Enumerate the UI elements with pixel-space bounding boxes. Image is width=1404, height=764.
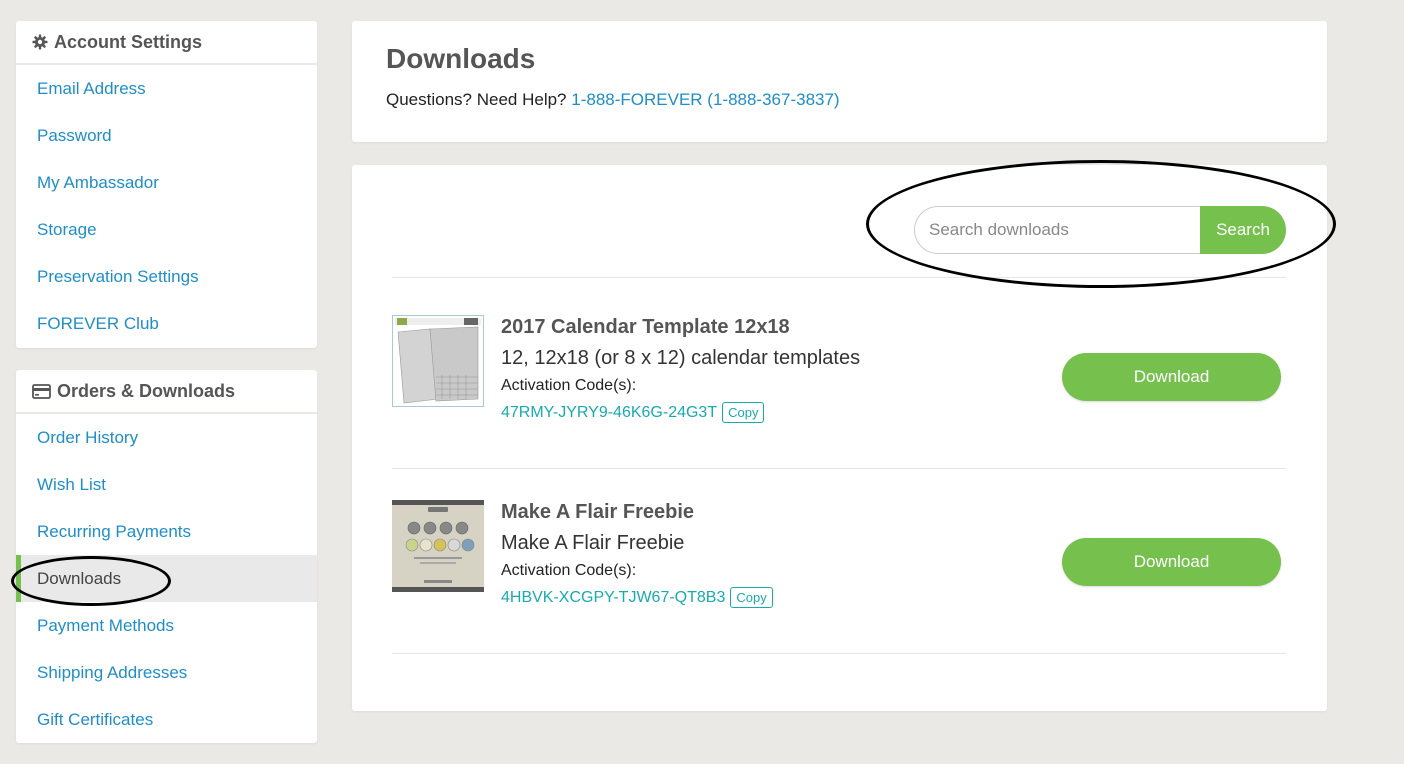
activation-code-label: Activation Code(s): <box>501 562 637 579</box>
download-item-description: Make A Flair Freebie <box>501 532 685 554</box>
activation-code: 47RMY-JYRY9-46K6G-24G3T <box>501 403 718 421</box>
help-line: Questions? Need Help? 1-888-FOREVER (1-8… <box>386 90 840 110</box>
sidebar-item-password[interactable]: Password <box>16 112 317 159</box>
activation-code-row: 4HBVK-XCGPY-TJW67-QT8B3 Copy <box>501 587 773 608</box>
sidebar-item-my-ambassador[interactable]: My Ambassador <box>16 159 317 206</box>
gear-icon <box>32 34 48 50</box>
sidebar-item-wish-list[interactable]: Wish List <box>16 461 317 508</box>
sidebar-item-forever-club[interactable]: FOREVER Club <box>16 300 317 347</box>
search-button[interactable]: Search <box>1200 206 1286 254</box>
copy-code-button[interactable]: Copy <box>730 587 773 608</box>
orders-downloads-header: Orders & Downloads <box>16 370 317 414</box>
search-bar: Search <box>914 206 1286 254</box>
account-settings-panel: Account Settings Email Address Password … <box>16 21 317 348</box>
downloads-header-card: Downloads Questions? Need Help? 1-888-FO… <box>352 21 1327 142</box>
account-settings-heading: Account Settings <box>54 31 203 52</box>
sidebar-item-shipping-addresses[interactable]: Shipping Addresses <box>16 649 317 696</box>
activation-code-label: Activation Code(s): <box>501 377 637 394</box>
download-item-name: Make A Flair Freebie <box>501 501 695 523</box>
download-button[interactable]: Download <box>1062 353 1281 401</box>
download-button[interactable]: Download <box>1062 538 1281 586</box>
sidebar-item-recurring-payments[interactable]: Recurring Payments <box>16 508 317 555</box>
download-item: 2017 Calendar Template 12x18 12, 12x18 (… <box>392 278 1286 428</box>
sidebar-item-preservation-settings[interactable]: Preservation Settings <box>16 253 317 300</box>
credit-card-icon <box>32 383 51 399</box>
page-title: Downloads <box>386 43 536 74</box>
download-item: Make A Flair Freebie Make A Flair Freebi… <box>392 463 1286 613</box>
sidebar-item-payment-methods[interactable]: Payment Methods <box>16 602 317 649</box>
download-item-name: 2017 Calendar Template 12x18 <box>501 316 790 338</box>
calendar-template-thumbnail <box>392 315 484 407</box>
orders-downloads-heading: Orders & Downloads <box>57 380 236 401</box>
downloads-list-card: Search 2017 Calendar Template 12x18 12 <box>352 165 1327 711</box>
help-phone-link[interactable]: 1-888-FOREVER (1-888-367-3837) <box>571 90 839 109</box>
search-input[interactable] <box>914 206 1200 254</box>
sidebar-item-downloads[interactable]: Downloads <box>16 555 317 602</box>
orders-downloads-panel: Orders & Downloads Order History Wish Li… <box>16 370 317 743</box>
sidebar-item-storage[interactable]: Storage <box>16 206 317 253</box>
activation-code-row: 47RMY-JYRY9-46K6G-24G3T Copy <box>501 402 765 423</box>
copy-code-button[interactable]: Copy <box>722 402 765 423</box>
help-text: Questions? Need Help? <box>386 90 567 109</box>
sidebar-item-gift-certificates[interactable]: Gift Certificates <box>16 696 317 743</box>
activation-code: 4HBVK-XCGPY-TJW67-QT8B3 <box>501 588 726 606</box>
download-item-description: 12, 12x18 (or 8 x 12) calendar templates <box>501 347 861 369</box>
sidebar-item-email-address[interactable]: Email Address <box>16 65 317 112</box>
make-a-flair-thumbnail <box>392 500 484 592</box>
sidebar-item-order-history[interactable]: Order History <box>16 414 317 461</box>
divider <box>392 653 1286 654</box>
account-settings-header: Account Settings <box>16 21 317 65</box>
